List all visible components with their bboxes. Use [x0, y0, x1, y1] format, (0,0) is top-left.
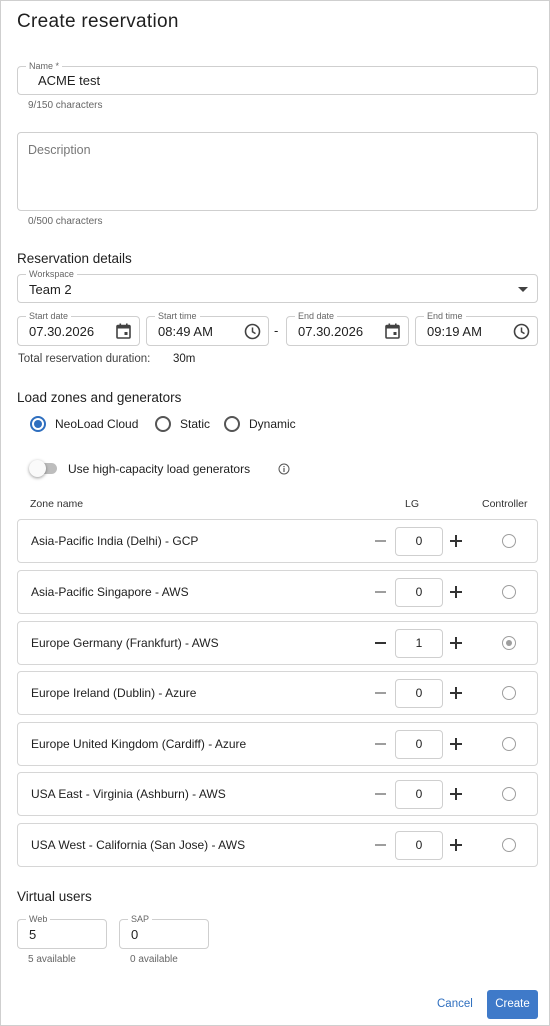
lg-input[interactable]: 1	[395, 629, 443, 658]
cancel-button[interactable]: Cancel	[437, 998, 473, 1010]
web-users-value: 5	[29, 927, 37, 942]
increment-button[interactable]	[449, 585, 463, 599]
radio-dynamic-label: Dynamic	[249, 417, 296, 431]
description-placeholder: Description	[28, 143, 91, 157]
calendar-icon[interactable]	[114, 322, 132, 340]
controller-radio[interactable]	[502, 585, 516, 599]
radio-static-label: Static	[180, 417, 211, 431]
decrement-button[interactable]	[375, 540, 386, 542]
start-time-label: Start time	[155, 310, 200, 322]
zone-name: Asia-Pacific India (Delhi) - GCP	[31, 534, 199, 548]
controller-radio[interactable]	[502, 636, 516, 650]
name-label: Name *	[26, 60, 63, 72]
decrement-button[interactable]	[375, 642, 386, 644]
zone-row: Europe Germany (Frankfurt) - AWS 1	[17, 621, 538, 665]
end-time-field[interactable]: End time 09:19 AM	[415, 310, 538, 346]
start-time-field[interactable]: Start time 08:49 AM	[146, 310, 269, 346]
clock-icon[interactable]	[243, 322, 261, 340]
increment-button[interactable]	[449, 534, 463, 548]
controller-radio[interactable]	[502, 534, 516, 548]
controller-radio[interactable]	[502, 686, 516, 700]
sap-users-value: 0	[131, 927, 139, 942]
name-field[interactable]: Name * ACME test	[17, 60, 538, 95]
start-date-field[interactable]: Start date 07.30.2026	[17, 310, 140, 346]
caret-down-icon	[514, 281, 532, 299]
zone-name: USA East - Virginia (Ashburn) - AWS	[31, 787, 226, 801]
web-users-label: Web	[26, 913, 51, 925]
create-reservation-dialog: Create reservation Name * ACME test 9/15…	[0, 0, 550, 1026]
web-users-field[interactable]: Web 5	[17, 913, 107, 949]
lg-input[interactable]: 0	[395, 527, 443, 556]
decrement-button[interactable]	[375, 591, 386, 593]
duration-value: 30m	[173, 353, 196, 365]
zone-name: Europe Germany (Frankfurt) - AWS	[31, 636, 219, 650]
start-date-label: Start date	[26, 310, 72, 322]
increment-button[interactable]	[449, 787, 463, 801]
clock-icon[interactable]	[512, 322, 530, 340]
sap-users-field[interactable]: SAP 0	[119, 913, 209, 949]
workspace-select[interactable]: Workspace Team 2	[17, 268, 538, 303]
web-users-helper: 5 available	[28, 954, 76, 965]
info-icon[interactable]	[275, 460, 293, 478]
end-date-value: 07.30.2026	[298, 324, 364, 339]
dialog-title: Create reservation	[17, 11, 179, 32]
zone-name: Europe United Kingdom (Cardiff) - Azure	[31, 737, 247, 751]
zone-row: USA West - California (San Jose) - AWS 0	[17, 823, 538, 867]
controller-radio[interactable]	[502, 737, 516, 751]
end-time-value: 09:19 AM	[427, 324, 482, 339]
start-date-value: 07.30.2026	[29, 324, 95, 339]
zone-name: Europe Ireland (Dublin) - Azure	[31, 686, 197, 700]
create-button[interactable]: Create	[487, 990, 538, 1019]
radio-neoload-cloud[interactable]	[30, 416, 46, 432]
sap-users-label: SAP	[128, 913, 153, 925]
lg-input[interactable]: 0	[395, 578, 443, 607]
zone-name: USA West - California (San Jose) - AWS	[31, 838, 246, 852]
lg-input[interactable]: 0	[395, 831, 443, 860]
zone-row: Europe Ireland (Dublin) - Azure 0	[17, 671, 538, 715]
lg-input[interactable]: 0	[395, 780, 443, 809]
controller-radio[interactable]	[502, 787, 516, 801]
end-date-label: End date	[295, 310, 338, 322]
sap-users-helper: 0 available	[130, 954, 178, 965]
virtual-users-heading: Virtual users	[17, 889, 92, 904]
controller-radio[interactable]	[502, 838, 516, 852]
lg-input[interactable]: 0	[395, 679, 443, 708]
load-zones-heading: Load zones and generators	[17, 390, 182, 405]
high-capacity-label: Use high-capacity load generators	[68, 462, 251, 476]
decrement-button[interactable]	[375, 793, 386, 795]
lg-input[interactable]: 0	[395, 730, 443, 759]
date-range-separator: -	[274, 323, 279, 338]
end-date-field[interactable]: End date 07.30.2026	[286, 310, 409, 346]
increment-button[interactable]	[449, 686, 463, 700]
zone-row: Asia-Pacific Singapore - AWS 0	[17, 570, 538, 614]
increment-button[interactable]	[449, 737, 463, 751]
zone-row: Asia-Pacific India (Delhi) - GCP 0	[17, 519, 538, 563]
description-helper: 0/500 characters	[28, 216, 103, 227]
zone-name: Asia-Pacific Singapore - AWS	[31, 585, 189, 599]
increment-button[interactable]	[449, 838, 463, 852]
column-controller: Controller	[482, 498, 528, 510]
radio-static[interactable]	[155, 416, 171, 432]
workspace-label: Workspace	[26, 268, 77, 280]
workspace-value: Team 2	[29, 282, 72, 297]
duration-label: Total reservation duration:	[18, 353, 151, 365]
increment-button[interactable]	[449, 636, 463, 650]
end-time-label: End time	[424, 310, 466, 322]
radio-neoload-cloud-label: NeoLoad Cloud	[55, 417, 139, 431]
description-field[interactable]: Description	[17, 132, 538, 211]
column-lg: LG	[405, 498, 420, 510]
radio-dynamic[interactable]	[224, 416, 240, 432]
decrement-button[interactable]	[375, 692, 386, 694]
high-capacity-toggle-thumb[interactable]	[29, 460, 46, 477]
decrement-button[interactable]	[375, 743, 386, 745]
reservation-details-heading: Reservation details	[17, 251, 132, 266]
column-zone-name: Zone name	[30, 498, 84, 510]
decrement-button[interactable]	[375, 844, 386, 846]
zone-row: USA East - Virginia (Ashburn) - AWS 0	[17, 772, 538, 816]
name-value: ACME test	[38, 73, 101, 88]
start-time-value: 08:49 AM	[158, 324, 213, 339]
zone-row: Europe United Kingdom (Cardiff) - Azure …	[17, 722, 538, 766]
calendar-icon[interactable]	[383, 322, 401, 340]
name-helper: 9/150 characters	[28, 100, 103, 111]
